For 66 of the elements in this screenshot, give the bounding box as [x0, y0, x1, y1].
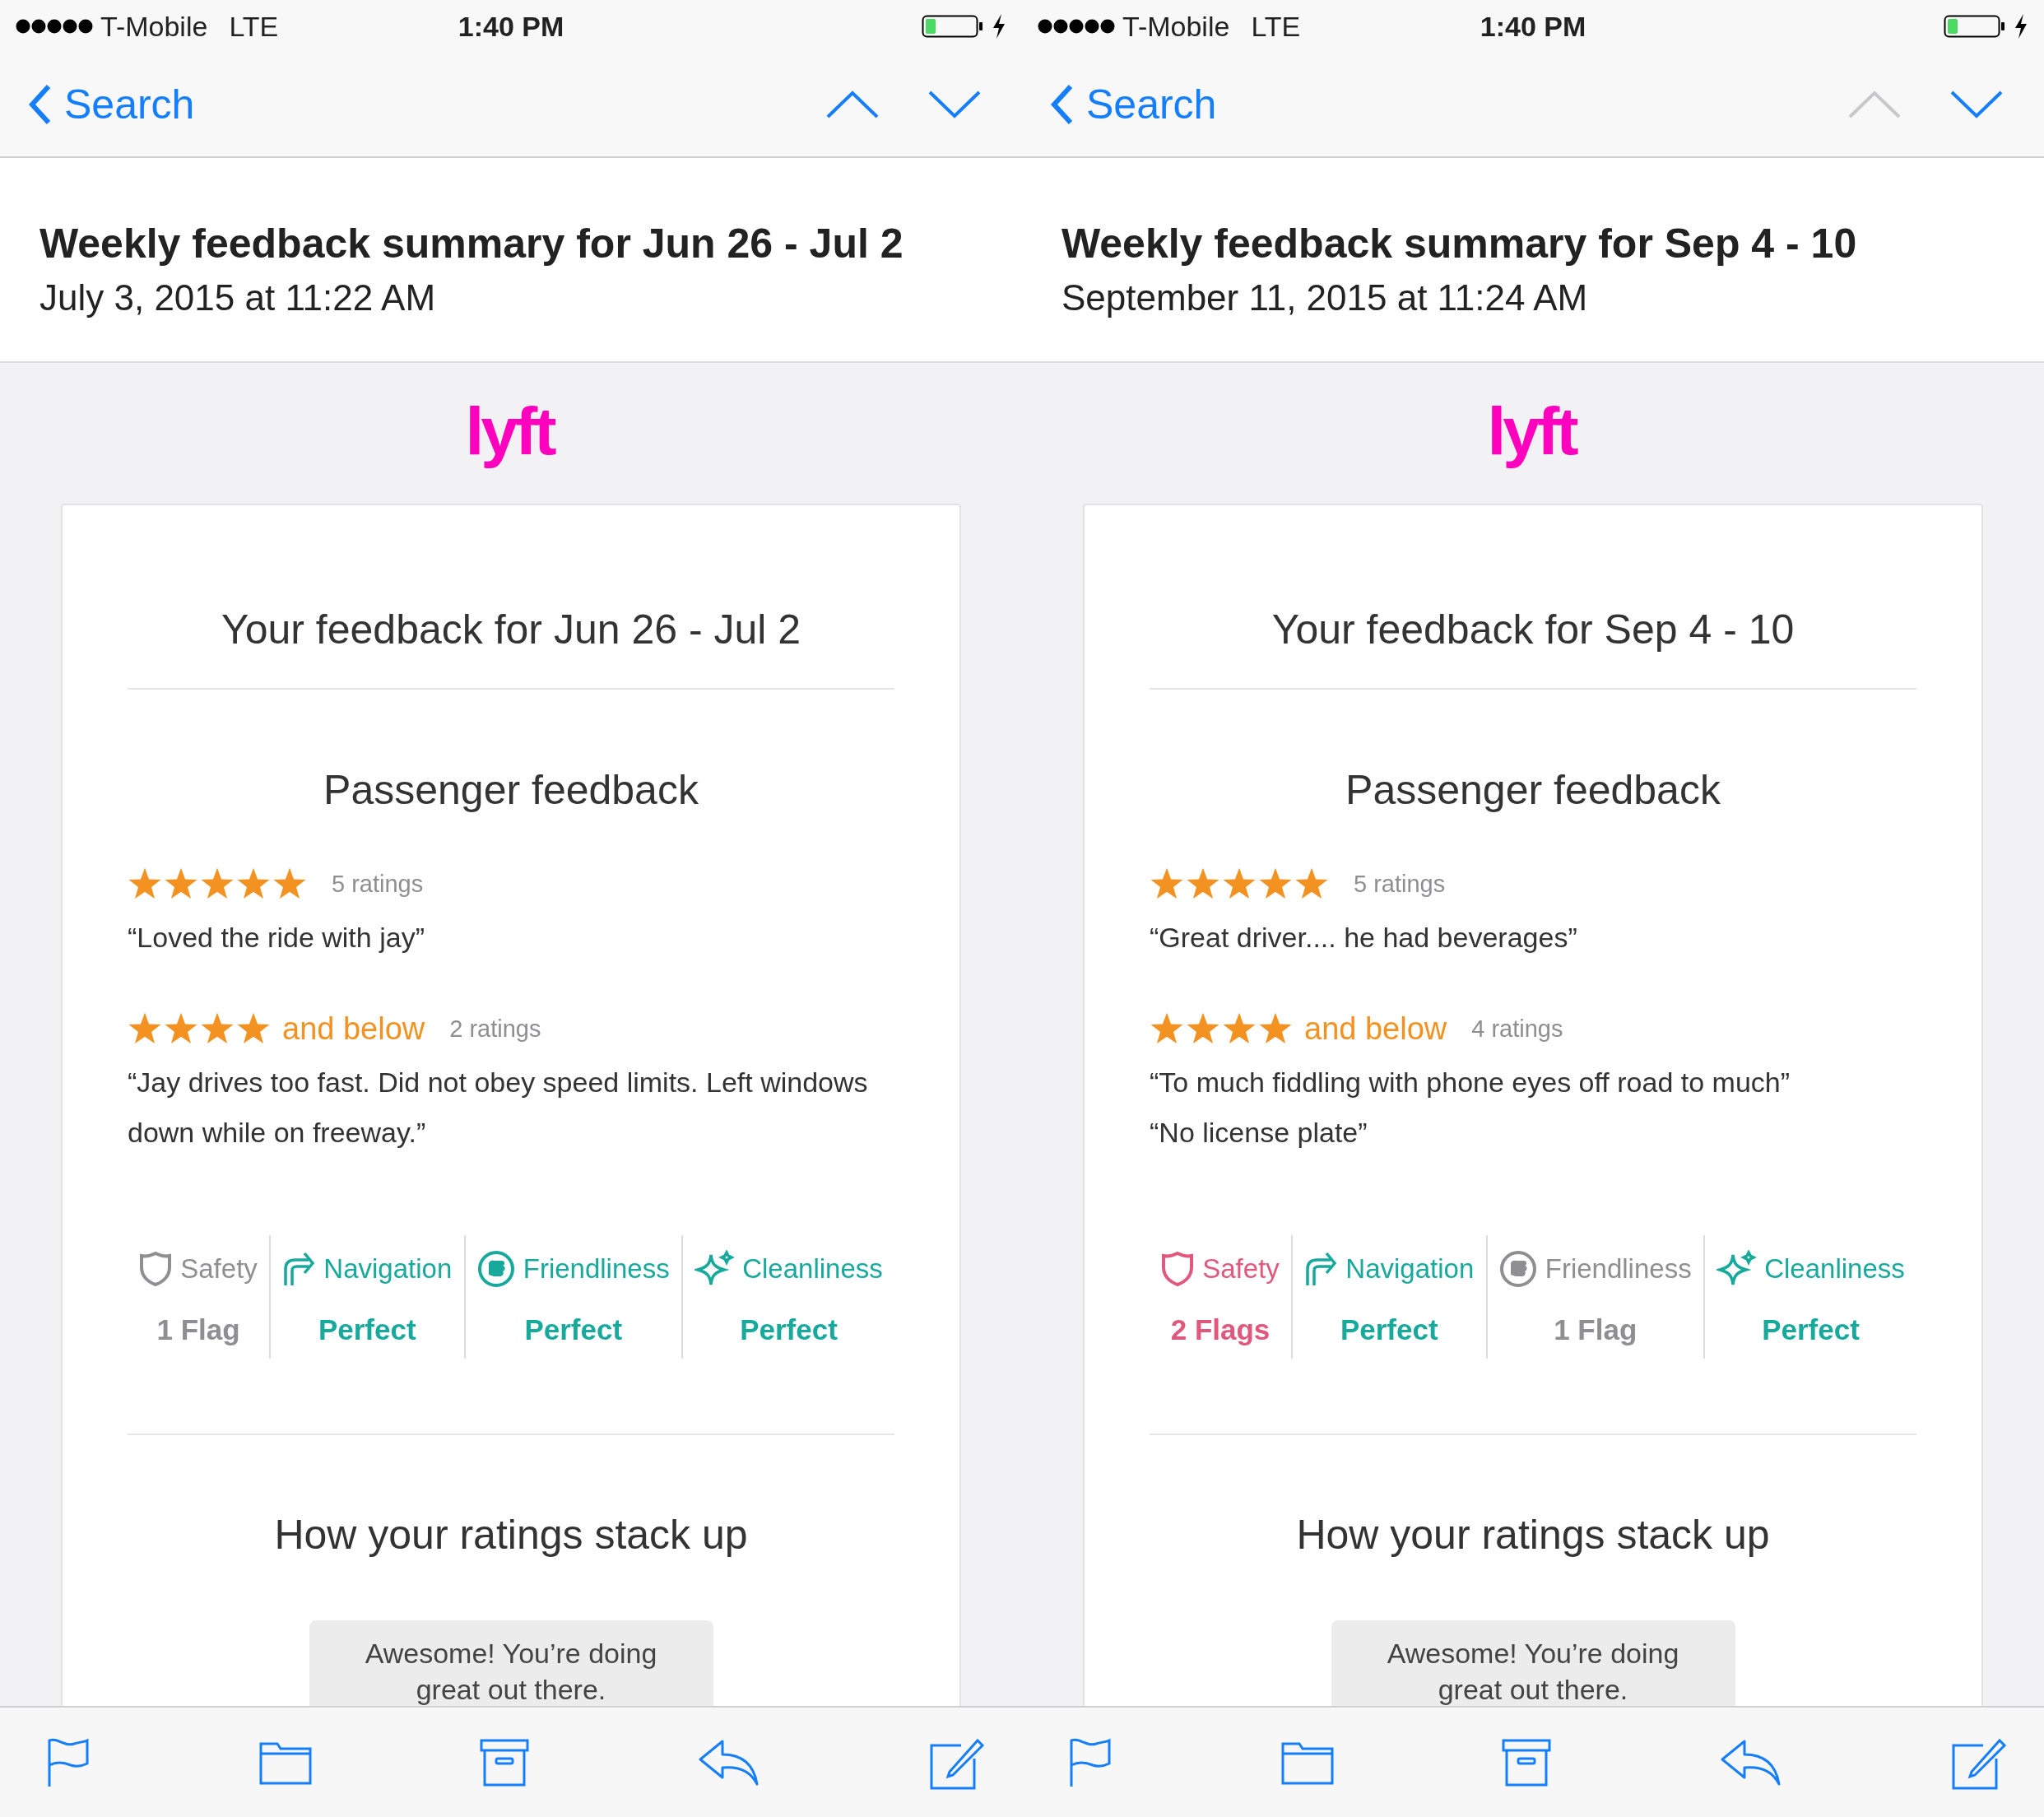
category-result: 1 Flag [156, 1313, 240, 1347]
section-title: How your ratings stack up [1295, 1511, 1771, 1559]
category-result: Perfect [1340, 1313, 1438, 1347]
passenger-comment: “Jay drives too fast. Did not obey speed limits. Left windows down while on freeway.” [128, 1066, 869, 1150]
rating-count: 5 ratings [332, 870, 424, 898]
passenger-comment: “Great driver.... he had beverages” [1150, 921, 1578, 955]
category-label: Safety [1202, 1253, 1280, 1285]
archive-icon[interactable] [1502, 1738, 1551, 1787]
rating-count: 4 ratings [1471, 1015, 1563, 1043]
charging-icon [2013, 13, 2029, 40]
email-subject: Weekly feedback summary for Jun 26 - Jul 2 [39, 220, 904, 268]
status-time: 1:40 PM [1480, 10, 1586, 43]
charging-icon [991, 13, 1007, 40]
next-message-icon[interactable] [928, 90, 981, 119]
category-label: Friendliness [523, 1253, 670, 1285]
signal-icon [15, 18, 94, 35]
category-label: Navigation [323, 1253, 453, 1285]
network-type: LTE [1251, 10, 1301, 43]
rating-qualifier: and below [282, 1011, 425, 1047]
rating-qualifier: and below [1304, 1011, 1447, 1047]
category-result: 1 Flag [1554, 1313, 1638, 1347]
flag-icon[interactable] [1068, 1736, 1113, 1788]
carrier-name: T-Mobile [100, 10, 208, 43]
back-button[interactable]: Search [1050, 81, 1217, 128]
carrier-name: T-Mobile [1122, 10, 1230, 43]
previous-message-icon[interactable] [826, 90, 879, 119]
card-heading: Your feedback for Jun 26 - Jul 2 [220, 606, 802, 654]
battery-icon [922, 13, 984, 40]
passenger-comment: “Loved the ride with jay” [128, 921, 425, 955]
message-bubble: Awesome! You’re doing great out there. [1331, 1620, 1735, 1706]
battery-icon [1944, 13, 2006, 40]
message-bubble: Awesome! You’re doing great out there. [309, 1620, 713, 1706]
archive-icon[interactable] [480, 1738, 529, 1787]
back-chevron-icon[interactable] [28, 84, 53, 125]
category-result: Perfect [318, 1313, 416, 1347]
category-result: Perfect [524, 1313, 623, 1347]
section-title: Passenger feedback [323, 766, 699, 815]
email-date: July 3, 2015 at 11:22 AM [39, 276, 437, 319]
passenger-comment: “To much fiddling with phone eyes off road to much” [1150, 1066, 1791, 1099]
category-result: Perfect [740, 1313, 838, 1347]
back-button[interactable]: Search [28, 81, 195, 128]
reply-icon[interactable] [697, 1739, 760, 1786]
category-label: Navigation [1345, 1253, 1475, 1285]
category-label: Cleanliness [742, 1253, 883, 1285]
status-time: 1:40 PM [458, 10, 564, 43]
back-chevron-icon[interactable] [1050, 84, 1075, 125]
email-subject: Weekly feedback summary for Sep 4 - 10 [1061, 220, 1858, 268]
reply-icon[interactable] [1719, 1739, 1782, 1786]
email-date: September 11, 2015 at 11:24 AM [1061, 276, 1589, 319]
rating-count: 2 ratings [449, 1015, 541, 1043]
signal-icon [1037, 18, 1116, 35]
network-type: LTE [229, 10, 279, 43]
next-message-icon[interactable] [1950, 90, 2003, 119]
category-label: Friendliness [1545, 1253, 1692, 1285]
rating-count: 5 ratings [1354, 870, 1446, 898]
logo: lyft [1486, 394, 1577, 468]
category-label: Cleanliness [1764, 1253, 1905, 1285]
category-result: Perfect [1762, 1313, 1860, 1347]
passenger-comment: “No license plate” [1150, 1116, 1368, 1150]
logo: lyft [464, 394, 555, 468]
card-heading: Your feedback for Sep 4 - 10 [1271, 606, 1795, 654]
category-result: 2 Flags [1170, 1313, 1271, 1347]
flag-icon[interactable] [46, 1736, 91, 1788]
section-title: How your ratings stack up [273, 1511, 749, 1559]
category-label: Safety [180, 1253, 258, 1285]
section-title: Passenger feedback [1345, 766, 1721, 815]
